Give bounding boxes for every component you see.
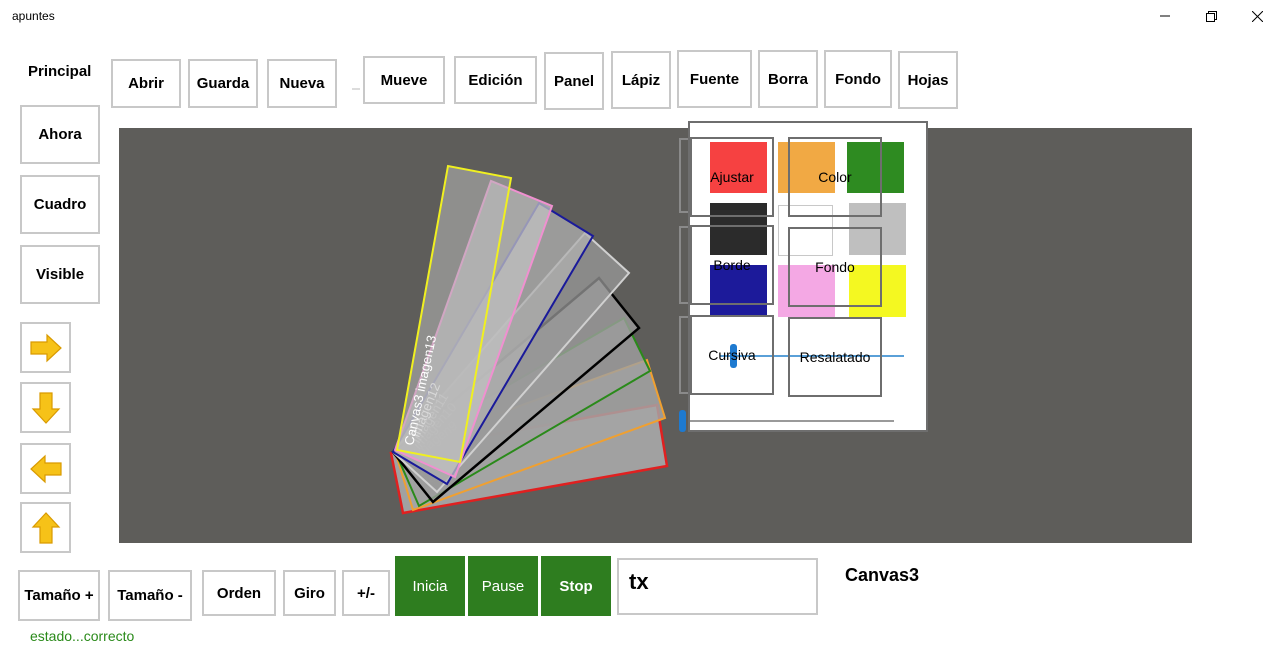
inicia-button[interactable]: Inicia [395,556,465,616]
arrow-down-icon [31,391,60,424]
ajustar-button[interactable]: Ajustar [690,137,774,217]
slider-thumb[interactable] [679,410,686,432]
pause-button[interactable]: Pause [468,556,538,616]
move-right-button[interactable] [20,322,71,373]
canvas-name-label: Canvas3 [845,565,920,585]
move-left-button[interactable] [20,443,71,494]
close-icon [1251,10,1263,22]
minimize-icon [1160,15,1170,17]
color-panel: Ajustar Color Borde Fondo Cursiva Resala… [688,121,928,432]
move-up-button[interactable] [20,502,71,553]
minimize-button[interactable] [1142,0,1188,32]
edicion-button[interactable]: Edición [454,56,537,104]
color-button[interactable]: Color [788,137,882,217]
abrir-button[interactable]: Abrir [111,59,181,108]
move-down-button[interactable] [20,382,71,433]
drawing-canvas[interactable]: imagen6 imagen7 imagen8 imagen9 imagen10… [119,128,1192,543]
nueva-button[interactable]: Nueva [267,59,337,108]
visible-button[interactable]: Visible [20,245,100,304]
ahora-button[interactable]: Ahora [20,105,100,164]
principal-label: Principal [28,63,92,80]
fondo-button[interactable]: Fondo [824,50,892,108]
arrow-up-icon [31,511,60,544]
hojas-button[interactable]: Hojas [898,51,958,109]
guarda-button[interactable]: Guarda [188,59,258,108]
arrow-left-icon [29,454,62,483]
giro-button[interactable]: Giro [283,570,336,616]
borde-button[interactable]: Borde [690,225,774,305]
fuente-button[interactable]: Fuente [677,50,752,108]
tamano-plus-button[interactable]: Tamaño + [18,570,100,621]
title-bar: apuntes [0,0,1280,32]
borra-button[interactable]: Borra [758,50,818,108]
plus-minus-button[interactable]: +/- [342,570,390,616]
stop-button[interactable]: Stop [541,556,611,616]
close-button[interactable] [1234,0,1280,32]
mueve-button[interactable]: Mueve [363,56,445,104]
tamano-minus-button[interactable]: Tamaño - [108,570,192,621]
arrow-right-icon [29,333,62,362]
orden-button[interactable]: Orden [202,570,276,616]
app-title: apuntes [12,9,55,23]
text-input-value: tx [629,569,649,594]
restore-button[interactable] [1188,0,1234,32]
text-input[interactable]: tx [617,558,818,615]
panel-divider [690,420,894,422]
resalatado-button[interactable]: Resalatado [788,317,882,397]
sheets-fan: imagen6 imagen7 imagen8 imagen9 imagen10… [389,164,669,515]
lapiz-button[interactable]: Lápiz [611,51,671,109]
fondo-option-button[interactable]: Fondo [788,227,882,307]
restore-icon [1205,10,1217,22]
panel-button[interactable]: Panel [544,52,604,110]
toolbar-separator [352,88,360,90]
cursiva-button[interactable]: Cursiva [690,315,774,395]
cuadro-button[interactable]: Cuadro [20,175,100,234]
status-text: estado...correcto [30,628,135,644]
